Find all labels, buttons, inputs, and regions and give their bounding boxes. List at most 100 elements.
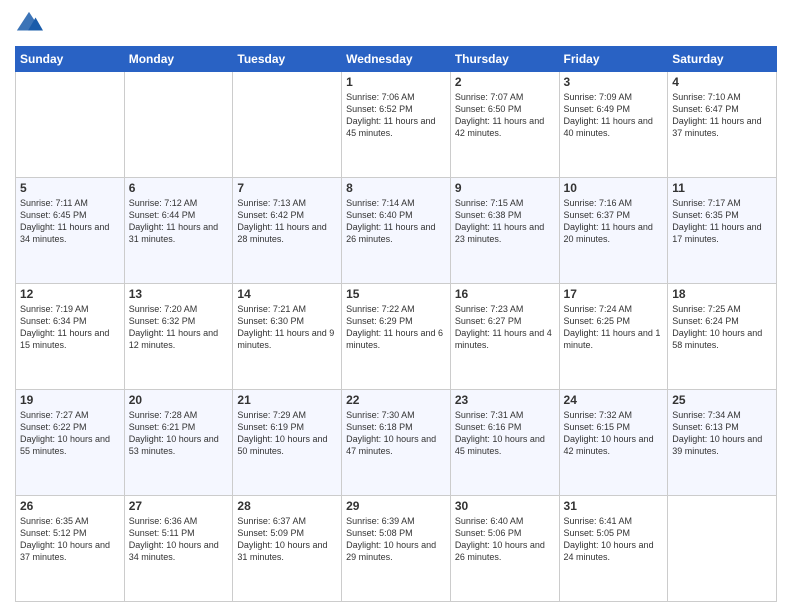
calendar-cell: 27 Sunrise: 6:36 AM Sunset: 5:11 PM Dayli… [124, 496, 233, 602]
day-info: Sunrise: 7:16 AM Sunset: 6:37 PM Dayligh… [564, 197, 664, 246]
calendar-cell: 4 Sunrise: 7:10 AM Sunset: 6:47 PM Daylig… [668, 72, 777, 178]
day-info: Sunrise: 7:31 AM Sunset: 6:16 PM Dayligh… [455, 409, 555, 458]
day-number: 14 [237, 287, 337, 301]
day-info: Sunrise: 7:14 AM Sunset: 6:40 PM Dayligh… [346, 197, 446, 246]
day-info: Sunrise: 7:10 AM Sunset: 6:47 PM Dayligh… [672, 91, 772, 140]
week-row-2: 12 Sunrise: 7:19 AM Sunset: 6:34 PM Dayli… [16, 284, 777, 390]
calendar-cell: 5Sunrise: 7:11 AM Sunset: 6:45 PM Daylig… [16, 178, 125, 284]
day-number: 16 [455, 287, 555, 301]
calendar-cell [16, 72, 125, 178]
week-row-3: 19 Sunrise: 7:27 AM Sunset: 6:22 PM Dayli… [16, 390, 777, 496]
day-number: 12 [20, 287, 120, 301]
logo-icon [15, 10, 43, 38]
day-number: 19 [20, 393, 120, 407]
calendar-cell: 25Sunrise: 7:34 AM Sunset: 6:13 PM Dayli… [668, 390, 777, 496]
day-info: Sunrise: 7:06 AM Sunset: 6:52 PM Dayligh… [346, 91, 446, 140]
weekday-header-thursday: Thursday [450, 47, 559, 72]
day-info: Sunrise: 6:36 AM Sunset: 5:11 PM Dayligh… [129, 515, 229, 564]
calendar-cell: 29 Sunrise: 6:39 AM Sunset: 5:08 PM Dayli… [342, 496, 451, 602]
day-info: Sunrise: 7:15 AM Sunset: 6:38 PM Dayligh… [455, 197, 555, 246]
calendar-cell: 2 Sunrise: 7:07 AM Sunset: 6:50 PM Daylig… [450, 72, 559, 178]
weekday-header-saturday: Saturday [668, 47, 777, 72]
calendar-table: SundayMondayTuesdayWednesdayThursdayFrid… [15, 46, 777, 602]
week-row-1: 5Sunrise: 7:11 AM Sunset: 6:45 PM Daylig… [16, 178, 777, 284]
day-info: Sunrise: 7:27 AM Sunset: 6:22 PM Dayligh… [20, 409, 120, 458]
weekday-header-wednesday: Wednesday [342, 47, 451, 72]
calendar-cell: 8 Sunrise: 7:14 AM Sunset: 6:40 PM Daylig… [342, 178, 451, 284]
day-number: 1 [346, 75, 446, 89]
weekday-header-sunday: Sunday [16, 47, 125, 72]
day-info: Sunrise: 7:30 AM Sunset: 6:18 PM Dayligh… [346, 409, 446, 458]
calendar-cell: 22 Sunrise: 7:30 AM Sunset: 6:18 PM Dayli… [342, 390, 451, 496]
day-number: 30 [455, 499, 555, 513]
calendar-cell [668, 496, 777, 602]
calendar-cell [124, 72, 233, 178]
day-info: Sunrise: 7:24 AM Sunset: 6:25 PM Dayligh… [564, 303, 664, 352]
day-info: Sunrise: 6:35 AM Sunset: 5:12 PM Dayligh… [20, 515, 120, 564]
logo [15, 10, 47, 38]
day-number: 2 [455, 75, 555, 89]
day-number: 15 [346, 287, 446, 301]
day-number: 31 [564, 499, 664, 513]
calendar-cell: 1 Sunrise: 7:06 AM Sunset: 6:52 PM Daylig… [342, 72, 451, 178]
weekday-header-row: SundayMondayTuesdayWednesdayThursdayFrid… [16, 47, 777, 72]
day-number: 6 [129, 181, 229, 195]
weekday-header-friday: Friday [559, 47, 668, 72]
day-number: 20 [129, 393, 229, 407]
day-number: 24 [564, 393, 664, 407]
weekday-header-tuesday: Tuesday [233, 47, 342, 72]
calendar-cell: 13 Sunrise: 7:20 AM Sunset: 6:32 PM Dayli… [124, 284, 233, 390]
day-number: 5 [20, 181, 120, 195]
calendar-cell: 11Sunrise: 7:17 AM Sunset: 6:35 PM Dayli… [668, 178, 777, 284]
calendar-cell: 18 Sunrise: 7:25 AM Sunset: 6:24 PM Dayli… [668, 284, 777, 390]
calendar-cell: 23 Sunrise: 7:31 AM Sunset: 6:16 PM Dayli… [450, 390, 559, 496]
calendar-cell: 26 Sunrise: 6:35 AM Sunset: 5:12 PM Dayli… [16, 496, 125, 602]
calendar-cell: 14 Sunrise: 7:21 AM Sunset: 6:30 PM Dayli… [233, 284, 342, 390]
calendar-cell: 17 Sunrise: 7:24 AM Sunset: 6:25 PM Dayli… [559, 284, 668, 390]
calendar-cell [233, 72, 342, 178]
day-info: Sunrise: 7:20 AM Sunset: 6:32 PM Dayligh… [129, 303, 229, 352]
day-info: Sunrise: 7:21 AM Sunset: 6:30 PM Dayligh… [237, 303, 337, 352]
calendar-cell: 30 Sunrise: 6:40 AM Sunset: 5:06 PM Dayli… [450, 496, 559, 602]
day-number: 22 [346, 393, 446, 407]
day-info: Sunrise: 7:07 AM Sunset: 6:50 PM Dayligh… [455, 91, 555, 140]
week-row-4: 26 Sunrise: 6:35 AM Sunset: 5:12 PM Dayli… [16, 496, 777, 602]
day-info: Sunrise: 6:40 AM Sunset: 5:06 PM Dayligh… [455, 515, 555, 564]
day-number: 7 [237, 181, 337, 195]
day-info: Sunrise: 7:22 AM Sunset: 6:29 PM Dayligh… [346, 303, 446, 352]
weekday-header-monday: Monday [124, 47, 233, 72]
day-number: 11 [672, 181, 772, 195]
day-number: 18 [672, 287, 772, 301]
day-info: Sunrise: 7:34 AM Sunset: 6:13 PM Dayligh… [672, 409, 772, 458]
day-number: 8 [346, 181, 446, 195]
day-number: 13 [129, 287, 229, 301]
day-number: 9 [455, 181, 555, 195]
day-number: 4 [672, 75, 772, 89]
week-row-0: 1 Sunrise: 7:06 AM Sunset: 6:52 PM Daylig… [16, 72, 777, 178]
day-info: Sunrise: 6:39 AM Sunset: 5:08 PM Dayligh… [346, 515, 446, 564]
day-info: Sunrise: 7:19 AM Sunset: 6:34 PM Dayligh… [20, 303, 120, 352]
day-info: Sunrise: 7:32 AM Sunset: 6:15 PM Dayligh… [564, 409, 664, 458]
day-number: 27 [129, 499, 229, 513]
header [15, 10, 777, 38]
calendar-cell: 24 Sunrise: 7:32 AM Sunset: 6:15 PM Dayli… [559, 390, 668, 496]
calendar-cell: 28Sunrise: 6:37 AM Sunset: 5:09 PM Dayli… [233, 496, 342, 602]
calendar-cell: 12 Sunrise: 7:19 AM Sunset: 6:34 PM Dayli… [16, 284, 125, 390]
calendar-cell: 10 Sunrise: 7:16 AM Sunset: 6:37 PM Dayli… [559, 178, 668, 284]
calendar-cell: 7Sunrise: 7:13 AM Sunset: 6:42 PM Daylig… [233, 178, 342, 284]
day-number: 26 [20, 499, 120, 513]
day-info: Sunrise: 7:25 AM Sunset: 6:24 PM Dayligh… [672, 303, 772, 352]
calendar-cell: 19 Sunrise: 7:27 AM Sunset: 6:22 PM Dayli… [16, 390, 125, 496]
calendar-cell: 16 Sunrise: 7:23 AM Sunset: 6:27 PM Dayli… [450, 284, 559, 390]
page: SundayMondayTuesdayWednesdayThursdayFrid… [0, 0, 792, 612]
day-number: 23 [455, 393, 555, 407]
day-number: 29 [346, 499, 446, 513]
day-info: Sunrise: 7:12 AM Sunset: 6:44 PM Dayligh… [129, 197, 229, 246]
calendar-cell: 20Sunrise: 7:28 AM Sunset: 6:21 PM Dayli… [124, 390, 233, 496]
calendar-cell: 9 Sunrise: 7:15 AM Sunset: 6:38 PM Daylig… [450, 178, 559, 284]
day-number: 10 [564, 181, 664, 195]
day-info: Sunrise: 7:23 AM Sunset: 6:27 PM Dayligh… [455, 303, 555, 352]
calendar-cell: 3Sunrise: 7:09 AM Sunset: 6:49 PM Daylig… [559, 72, 668, 178]
day-info: Sunrise: 6:37 AM Sunset: 5:09 PM Dayligh… [237, 515, 337, 564]
day-number: 17 [564, 287, 664, 301]
